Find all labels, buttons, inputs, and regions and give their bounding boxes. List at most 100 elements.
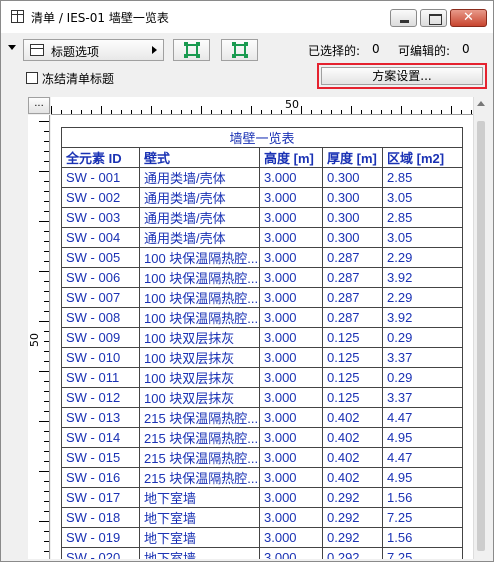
table-row[interactable]: SW - 015 215 块保温隔热腔... 3.000 0.402 4.47 — [61, 447, 463, 468]
table-cell[interactable]: 3.000 — [259, 327, 323, 348]
table-cell[interactable]: 3.000 — [259, 407, 323, 428]
table-cell[interactable]: 0.300 — [322, 227, 383, 248]
table-cell[interactable]: 4.95 — [382, 467, 463, 488]
scheme-settings-button[interactable]: 方案设置... — [321, 67, 483, 85]
table-row[interactable]: SW - 005 100 块保温隔热腔... 3.000 0.287 2.29 — [61, 247, 463, 268]
table-cell[interactable]: 3.000 — [259, 447, 323, 468]
table-row[interactable]: SW - 004 通用类墙/壳体 3.000 0.300 3.05 — [61, 227, 463, 248]
table-row[interactable]: SW - 016 215 块保温隔热腔... 3.000 0.402 4.95 — [61, 467, 463, 488]
table-cell[interactable]: 4.95 — [382, 427, 463, 448]
table-cell[interactable]: 0.402 — [322, 447, 383, 468]
table-cell[interactable]: 通用类墙/壳体 — [139, 227, 260, 248]
freeze-headers-label[interactable]: 冻结清单标题 — [42, 70, 114, 87]
table-cell[interactable]: 215 块保温隔热腔... — [139, 427, 260, 448]
table-cell[interactable]: 7.25 — [382, 547, 463, 559]
table-cell[interactable]: 100 块保温隔热腔... — [139, 307, 260, 328]
table-row[interactable]: SW - 007 100 块保温隔热腔... 3.000 0.287 2.29 — [61, 287, 463, 308]
table-cell[interactable]: 3.000 — [259, 207, 323, 228]
table-cell[interactable]: 3.05 — [382, 227, 463, 248]
table-cell[interactable]: 3.37 — [382, 347, 463, 368]
table-cell[interactable]: 0.292 — [322, 547, 383, 559]
table-cell[interactable]: 2.85 — [382, 167, 463, 188]
table-cell[interactable]: 0.402 — [322, 427, 383, 448]
header-options-dropdown[interactable]: 标题选项 — [23, 39, 164, 61]
table-cell[interactable]: 0.287 — [322, 267, 383, 288]
table-cell[interactable]: 2.85 — [382, 207, 463, 228]
table-cell[interactable]: 3.000 — [259, 487, 323, 508]
table-cell[interactable]: SW - 010 — [61, 347, 140, 368]
table-cell[interactable]: 地下室墙 — [139, 487, 260, 508]
panel-menu-arrow-icon[interactable] — [8, 45, 16, 50]
table-cell[interactable]: SW - 012 — [61, 387, 140, 408]
table-cell[interactable]: 3.000 — [259, 227, 323, 248]
table-cell[interactable]: SW - 019 — [61, 527, 140, 548]
table-row[interactable]: SW - 017 地下室墙 3.000 0.292 1.56 — [61, 487, 463, 508]
scrollbar-thumb[interactable] — [477, 121, 485, 551]
table-cell[interactable]: 4.47 — [382, 447, 463, 468]
column-header[interactable]: 厚度 [m] — [322, 147, 383, 168]
table-cell[interactable]: 通用类墙/壳体 — [139, 167, 260, 188]
table-cell[interactable]: 0.287 — [322, 307, 383, 328]
table-cell[interactable]: 3.37 — [382, 387, 463, 408]
table-cell[interactable]: 7.25 — [382, 507, 463, 528]
column-header[interactable]: 区域 [m2] — [382, 147, 463, 168]
minimize-button[interactable] — [390, 9, 417, 27]
table-row[interactable]: SW - 006 100 块保温隔热腔... 3.000 0.287 3.92 — [61, 267, 463, 288]
table-cell[interactable]: 100 块双层抹灰 — [139, 327, 260, 348]
table-cell[interactable]: SW - 015 — [61, 447, 140, 468]
table-cell[interactable]: 0.29 — [382, 327, 463, 348]
table-cell[interactable]: SW - 009 — [61, 327, 140, 348]
table-row[interactable]: SW - 019 地下室墙 3.000 0.292 1.56 — [61, 527, 463, 548]
table-cell[interactable]: 0.300 — [322, 187, 383, 208]
table-cell[interactable]: 3.000 — [259, 167, 323, 188]
table-row[interactable]: SW - 010 100 块双层抹灰 3.000 0.125 3.37 — [61, 347, 463, 368]
table-cell[interactable]: 地下室墙 — [139, 527, 260, 548]
table-cell[interactable]: 215 块保温隔热腔... — [139, 447, 260, 468]
table-cell[interactable]: 215 块保温隔热腔... — [139, 407, 260, 428]
table-cell[interactable]: 0.125 — [322, 347, 383, 368]
close-button[interactable]: ✕ — [450, 9, 487, 27]
table-cell[interactable]: 3.000 — [259, 307, 323, 328]
table-cell[interactable]: 通用类墙/壳体 — [139, 207, 260, 228]
table-cell[interactable]: 100 块保温隔热腔... — [139, 247, 260, 268]
table-cell[interactable]: 0.292 — [322, 527, 383, 548]
table-row[interactable]: SW - 020 地下室墙 3.000 0.292 7.25 — [61, 547, 463, 559]
vertical-scrollbar[interactable] — [473, 97, 487, 559]
table-cell[interactable]: 0.292 — [322, 507, 383, 528]
table-cell[interactable]: SW - 016 — [61, 467, 140, 488]
table-row[interactable]: SW - 018 地下室墙 3.000 0.292 7.25 — [61, 507, 463, 528]
table-cell[interactable]: 100 块保温隔热腔... — [139, 267, 260, 288]
table-cell[interactable]: 100 块保温隔热腔... — [139, 287, 260, 308]
table-row[interactable]: SW - 003 通用类墙/壳体 3.000 0.300 2.85 — [61, 207, 463, 228]
table-cell[interactable]: 3.000 — [259, 467, 323, 488]
table-cell[interactable]: SW - 002 — [61, 187, 140, 208]
column-header[interactable]: 全元素 ID — [61, 147, 140, 168]
table-cell[interactable]: 地下室墙 — [139, 507, 260, 528]
table-cell[interactable]: 0.29 — [382, 367, 463, 388]
scroll-up-icon[interactable] — [477, 101, 485, 106]
table-cell[interactable]: 3.000 — [259, 387, 323, 408]
table-cell[interactable]: 3.000 — [259, 247, 323, 268]
table-cell[interactable]: SW - 005 — [61, 247, 140, 268]
table-cell[interactable]: 3.05 — [382, 187, 463, 208]
table-cell[interactable]: 100 块双层抹灰 — [139, 367, 260, 388]
table-cell[interactable]: 3.92 — [382, 307, 463, 328]
table-cell[interactable]: 100 块双层抹灰 — [139, 387, 260, 408]
table-row[interactable]: SW - 008 100 块保温隔热腔... 3.000 0.287 3.92 — [61, 307, 463, 328]
table-cell[interactable]: SW - 017 — [61, 487, 140, 508]
table-cell[interactable]: 100 块双层抹灰 — [139, 347, 260, 368]
table-cell[interactable]: 215 块保温隔热腔... — [139, 467, 260, 488]
table-row[interactable]: SW - 009 100 块双层抹灰 3.000 0.125 0.29 — [61, 327, 463, 348]
table-cell[interactable]: 3.000 — [259, 427, 323, 448]
table-cell[interactable]: SW - 004 — [61, 227, 140, 248]
table-cell[interactable]: 0.300 — [322, 207, 383, 228]
table-cell[interactable]: 0.125 — [322, 367, 383, 388]
table-cell[interactable]: SW - 020 — [61, 547, 140, 559]
title-bar[interactable]: 清单 / IES-01 墙壁一览表 ✕ — [1, 1, 493, 33]
freeze-headers-checkbox[interactable] — [26, 72, 38, 84]
table-cell[interactable]: 通用类墙/壳体 — [139, 187, 260, 208]
table-cell[interactable]: SW - 018 — [61, 507, 140, 528]
table-cell[interactable]: 0.300 — [322, 167, 383, 188]
table-cell[interactable]: 3.000 — [259, 287, 323, 308]
table-row[interactable]: SW - 013 215 块保温隔热腔... 3.000 0.402 4.47 — [61, 407, 463, 428]
